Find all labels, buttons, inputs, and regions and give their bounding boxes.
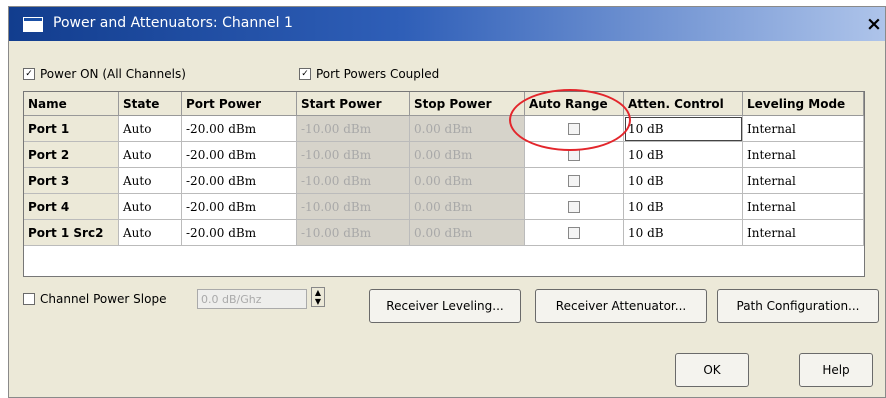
auto-range-checkbox[interactable] — [568, 149, 580, 161]
cell-auto-range[interactable] — [524, 167, 624, 194]
column-header-start-power[interactable]: Start Power — [296, 92, 410, 116]
cell-port-power[interactable]: -20.00 dBm — [181, 141, 297, 168]
cell-port-power[interactable]: -20.00 dBm — [181, 219, 297, 246]
title-bar: Power and Attenuators: Channel 1 × — [9, 7, 885, 41]
column-header-stop-power[interactable]: Stop Power — [409, 92, 525, 116]
window-title: Power and Attenuators: Channel 1 — [53, 15, 293, 31]
table-header-row: Name State Port Power Start Power Stop P… — [24, 92, 864, 116]
column-header-state[interactable]: State — [118, 92, 182, 116]
cell-name: Port 3 — [24, 167, 119, 194]
cell-auto-range[interactable] — [524, 193, 624, 220]
cell-name: Port 1 Src2 — [24, 219, 119, 246]
cell-state[interactable]: Auto — [118, 115, 182, 142]
cell-state[interactable]: Auto — [118, 219, 182, 246]
cell-auto-range[interactable] — [524, 115, 624, 142]
auto-range-checkbox[interactable] — [568, 123, 580, 135]
checkbox-box[interactable] — [23, 293, 35, 305]
auto-range-checkbox[interactable] — [568, 175, 580, 187]
table-row: Port 1 Src2 Auto -20.00 dBm -10.00 dBm 0… — [24, 219, 864, 246]
cell-stop-power: 0.00 dBm — [409, 193, 525, 220]
receiver-leveling-button[interactable]: Receiver Leveling... — [369, 289, 521, 323]
table-row: Port 2 Auto -20.00 dBm -10.00 dBm 0.00 d… — [24, 141, 864, 168]
table-row: Port 3 Auto -20.00 dBm -10.00 dBm 0.00 d… — [24, 167, 864, 194]
cell-state[interactable]: Auto — [118, 193, 182, 220]
power-on-label: Power ON (All Channels) — [40, 67, 186, 81]
port-powers-coupled-checkbox[interactable]: ✓ Port Powers Coupled — [299, 67, 439, 81]
close-button[interactable]: × — [863, 13, 885, 35]
column-header-atten-control[interactable]: Atten. Control — [623, 92, 743, 116]
table-row: Port 1 Auto -20.00 dBm -10.00 dBm 0.00 d… — [24, 115, 864, 142]
cell-start-power: -10.00 dBm — [296, 115, 410, 142]
cell-leveling-mode[interactable]: Internal — [742, 219, 864, 246]
port-power-table: Name State Port Power Start Power Stop P… — [23, 91, 865, 277]
spin-up-icon[interactable]: ▲ — [315, 288, 321, 297]
cell-atten-control[interactable]: 10 dB — [623, 193, 743, 220]
slope-spinner[interactable]: ▲ ▼ — [311, 287, 325, 307]
path-configuration-button[interactable]: Path Configuration... — [717, 289, 879, 323]
slope-input[interactable]: 0.0 dB/Ghz — [197, 289, 307, 309]
power-on-checkbox[interactable]: ✓ Power ON (All Channels) — [23, 67, 186, 81]
cell-port-power[interactable]: -20.00 dBm — [181, 167, 297, 194]
auto-range-checkbox[interactable] — [568, 201, 580, 213]
column-header-port-power[interactable]: Port Power — [181, 92, 297, 116]
auto-range-checkbox[interactable] — [568, 227, 580, 239]
cell-atten-control[interactable]: 10 dB — [623, 167, 743, 194]
cell-leveling-mode[interactable]: Internal — [742, 193, 864, 220]
cell-start-power: -10.00 dBm — [296, 193, 410, 220]
cell-atten-control[interactable]: 10 dB — [623, 219, 743, 246]
cell-auto-range[interactable] — [524, 219, 624, 246]
cell-name: Port 2 — [24, 141, 119, 168]
cell-state[interactable]: Auto — [118, 141, 182, 168]
checkbox-box[interactable]: ✓ — [299, 68, 311, 80]
cell-leveling-mode[interactable]: Internal — [742, 167, 864, 194]
receiver-attenuator-button[interactable]: Receiver Attenuator... — [535, 289, 707, 323]
cell-start-power: -10.00 dBm — [296, 141, 410, 168]
cell-atten-control[interactable]: 10 dB — [623, 115, 743, 142]
power-attenuators-dialog: Power and Attenuators: Channel 1 × ✓ Pow… — [8, 6, 886, 398]
channel-power-slope-label: Channel Power Slope — [40, 292, 167, 306]
cell-start-power: -10.00 dBm — [296, 219, 410, 246]
cell-stop-power: 0.00 dBm — [409, 141, 525, 168]
cell-stop-power: 0.00 dBm — [409, 115, 525, 142]
cell-auto-range[interactable] — [524, 141, 624, 168]
window-icon — [23, 17, 43, 32]
spin-down-icon[interactable]: ▼ — [315, 297, 321, 306]
checkbox-box[interactable]: ✓ — [23, 68, 35, 80]
cell-name: Port 1 — [24, 115, 119, 142]
cell-port-power[interactable]: -20.00 dBm — [181, 115, 297, 142]
port-powers-coupled-label: Port Powers Coupled — [316, 67, 440, 81]
cell-stop-power: 0.00 dBm — [409, 167, 525, 194]
port-power-grid: Name State Port Power Start Power Stop P… — [24, 92, 864, 246]
cell-atten-control[interactable]: 10 dB — [623, 141, 743, 168]
help-button[interactable]: Help — [799, 353, 873, 387]
cell-leveling-mode[interactable]: Internal — [742, 115, 864, 142]
column-header-auto-range[interactable]: Auto Range — [524, 92, 624, 116]
cell-leveling-mode[interactable]: Internal — [742, 141, 864, 168]
table-row: Port 4 Auto -20.00 dBm -10.00 dBm 0.00 d… — [24, 193, 864, 220]
cell-start-power: -10.00 dBm — [296, 167, 410, 194]
column-header-name[interactable]: Name — [24, 92, 119, 116]
cell-stop-power: 0.00 dBm — [409, 219, 525, 246]
ok-button[interactable]: OK — [675, 353, 749, 387]
cell-port-power[interactable]: -20.00 dBm — [181, 193, 297, 220]
channel-power-slope-checkbox[interactable]: Channel Power Slope — [23, 292, 166, 306]
cell-name: Port 4 — [24, 193, 119, 220]
column-header-leveling-mode[interactable]: Leveling Mode — [742, 92, 864, 116]
cell-state[interactable]: Auto — [118, 167, 182, 194]
